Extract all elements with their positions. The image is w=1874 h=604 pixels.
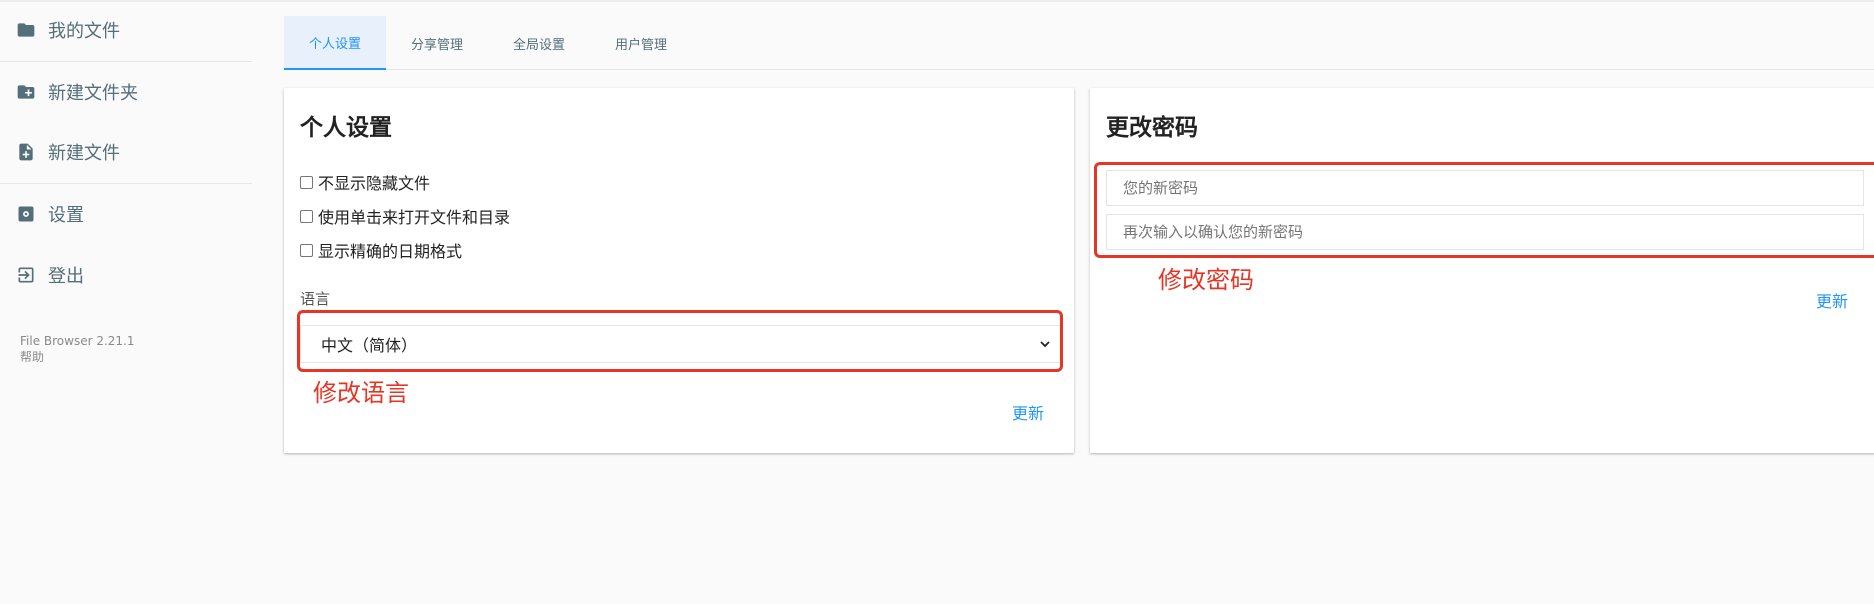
update-button[interactable]: 更新 (1816, 288, 1848, 312)
checkbox-label: 使用单击来打开文件和目录 (318, 208, 511, 227)
sidebar-item-my-files[interactable]: 我的文件 (0, 4, 252, 56)
language-highlight-box (297, 310, 1063, 372)
language-label: 语言 (300, 290, 331, 308)
checkbox-label: 不显示隐藏文件 (318, 174, 431, 193)
sidebar-item-new-folder[interactable]: 新建文件夹 (0, 66, 252, 118)
update-button[interactable]: 更新 (1012, 400, 1044, 424)
checkbox-box[interactable] (300, 175, 313, 189)
folder-icon (16, 20, 36, 40)
sidebar-divider (0, 183, 252, 184)
sidebar-divider (0, 61, 252, 62)
file-plus-icon (16, 142, 36, 162)
language-annotation: 修改语言 (313, 379, 409, 407)
version-text: File Browser 2.21.1 (20, 334, 135, 348)
folder-plus-icon (16, 82, 36, 102)
card-title: 更改密码 (1106, 115, 1198, 141)
tab-global-settings[interactable]: 全局设置 (488, 16, 590, 70)
sidebar-item-label: 新建文件 (48, 143, 120, 164)
settings-icon (16, 204, 36, 224)
single-click-checkbox[interactable]: 使用单击来打开文件和目录 (300, 204, 510, 228)
checkbox-box[interactable] (300, 209, 313, 223)
tab-profile-settings[interactable]: 个人设置 (284, 16, 386, 70)
logout-icon (16, 265, 36, 285)
help-link[interactable]: 帮助 (20, 349, 135, 365)
sidebar-item-logout[interactable]: 登出 (0, 249, 252, 301)
sidebar-item-label: 设置 (48, 205, 84, 226)
sidebar-item-settings[interactable]: 设置 (0, 188, 252, 240)
settings-tabs: 个人设置 分享管理 全局设置 用户管理 (284, 16, 1874, 70)
checkbox-box[interactable] (300, 243, 313, 257)
sidebar-item-label: 登出 (48, 266, 84, 287)
checkbox-label: 显示精确的日期格式 (318, 242, 463, 261)
sidebar: 我的文件 新建文件夹 新建文件 设置 登出 File Browser 2.21.… (0, 0, 254, 604)
tab-share-management[interactable]: 分享管理 (386, 16, 488, 70)
password-highlight-box (1094, 162, 1874, 258)
sidebar-item-new-file[interactable]: 新建文件 (0, 126, 252, 178)
sidebar-item-label: 我的文件 (48, 21, 120, 42)
password-annotation: 修改密码 (1158, 266, 1254, 294)
exact-date-checkbox[interactable]: 显示精确的日期格式 (300, 238, 462, 262)
hide-dotfiles-checkbox[interactable]: 不显示隐藏文件 (300, 170, 430, 194)
sidebar-item-label: 新建文件夹 (48, 83, 138, 104)
tab-user-management[interactable]: 用户管理 (590, 16, 692, 70)
credits: File Browser 2.21.1 帮助 (20, 333, 135, 365)
card-title: 个人设置 (300, 115, 392, 141)
